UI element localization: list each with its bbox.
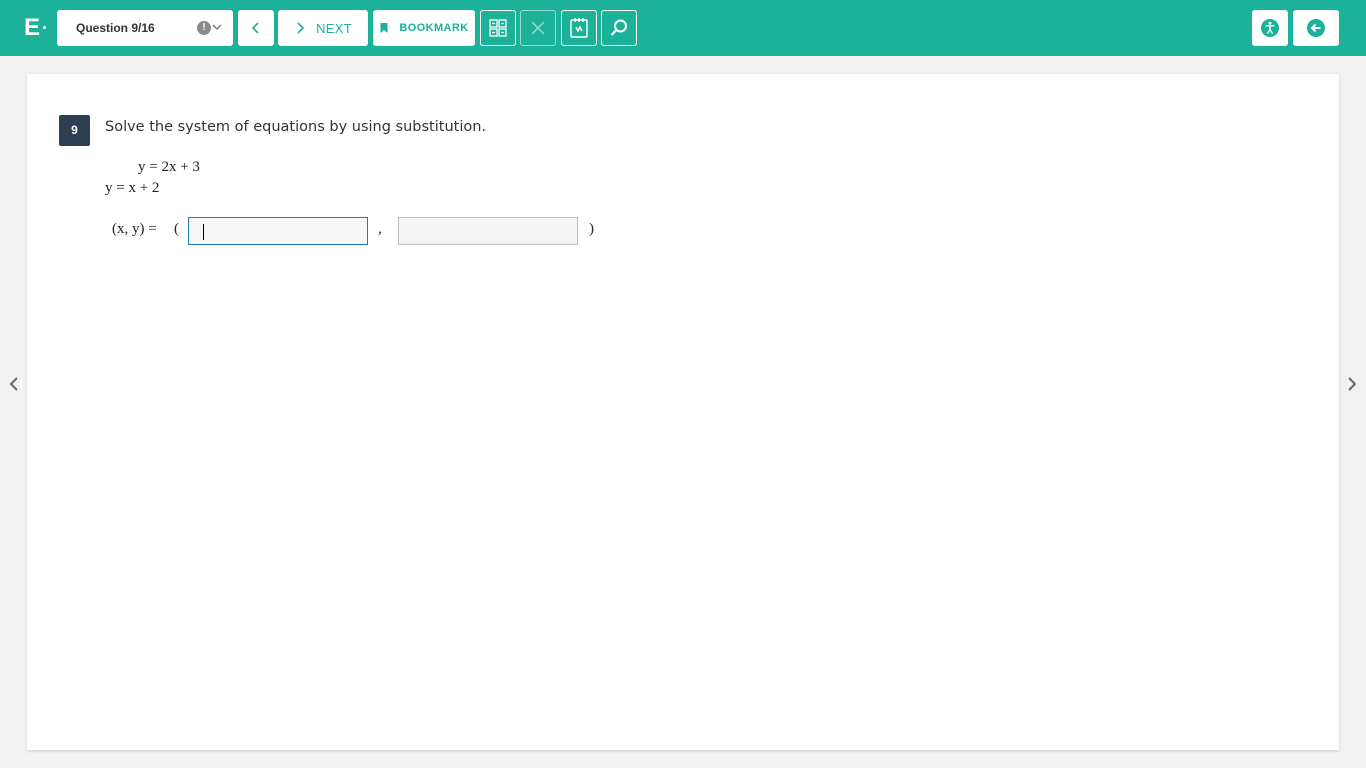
accessibility-button[interactable] bbox=[1252, 10, 1288, 46]
grid-icon bbox=[489, 19, 507, 37]
top-toolbar: E Question 9/16 ! NEXT BOOKMARK bbox=[0, 0, 1366, 56]
previous-button[interactable] bbox=[238, 10, 274, 46]
answer-y-input[interactable] bbox=[398, 217, 578, 245]
chevron-right-icon bbox=[297, 22, 305, 34]
grid-view-button[interactable] bbox=[480, 10, 516, 46]
chevron-left-icon bbox=[251, 22, 259, 34]
search-button[interactable] bbox=[601, 10, 637, 46]
question-number-badge: 9 bbox=[59, 115, 90, 146]
exit-icon bbox=[1307, 19, 1325, 37]
chevron-down-icon bbox=[212, 24, 222, 30]
equation-2: y = x + 2 bbox=[105, 180, 160, 196]
question-select-label: Question 9/16 bbox=[76, 21, 155, 35]
bookmark-icon bbox=[380, 23, 388, 33]
next-button-label: NEXT bbox=[316, 20, 352, 36]
question-card bbox=[27, 74, 1339, 750]
bookmark-button[interactable]: BOOKMARK bbox=[373, 10, 475, 46]
next-button[interactable]: NEXT bbox=[278, 10, 368, 46]
notepad-button[interactable] bbox=[561, 10, 597, 46]
answer-lhs-label: (x, y) = bbox=[112, 221, 157, 237]
bookmark-button-label: BOOKMARK bbox=[399, 22, 469, 34]
accessibility-icon bbox=[1261, 19, 1279, 37]
text-caret bbox=[203, 224, 204, 240]
app-logo: E bbox=[24, 14, 41, 41]
search-icon bbox=[610, 19, 627, 36]
prev-question-arrow-icon[interactable] bbox=[7, 376, 21, 392]
notepad-icon bbox=[570, 18, 588, 38]
close-button[interactable] bbox=[520, 10, 556, 46]
answer-x-input[interactable] bbox=[188, 217, 368, 245]
alert-icon: ! bbox=[197, 21, 211, 35]
question-select-dropdown[interactable]: Question 9/16 ! bbox=[57, 10, 233, 46]
logo-dot bbox=[43, 26, 46, 29]
next-question-arrow-icon[interactable] bbox=[1345, 376, 1359, 392]
exit-button[interactable] bbox=[1293, 10, 1339, 46]
open-paren: ( bbox=[174, 221, 179, 237]
close-paren: ) bbox=[589, 221, 594, 237]
equation-1: y = 2x + 3 bbox=[138, 159, 200, 175]
close-icon bbox=[531, 21, 545, 35]
separator-comma: , bbox=[378, 221, 382, 237]
question-prompt: Solve the system of equations by using s… bbox=[105, 119, 487, 135]
